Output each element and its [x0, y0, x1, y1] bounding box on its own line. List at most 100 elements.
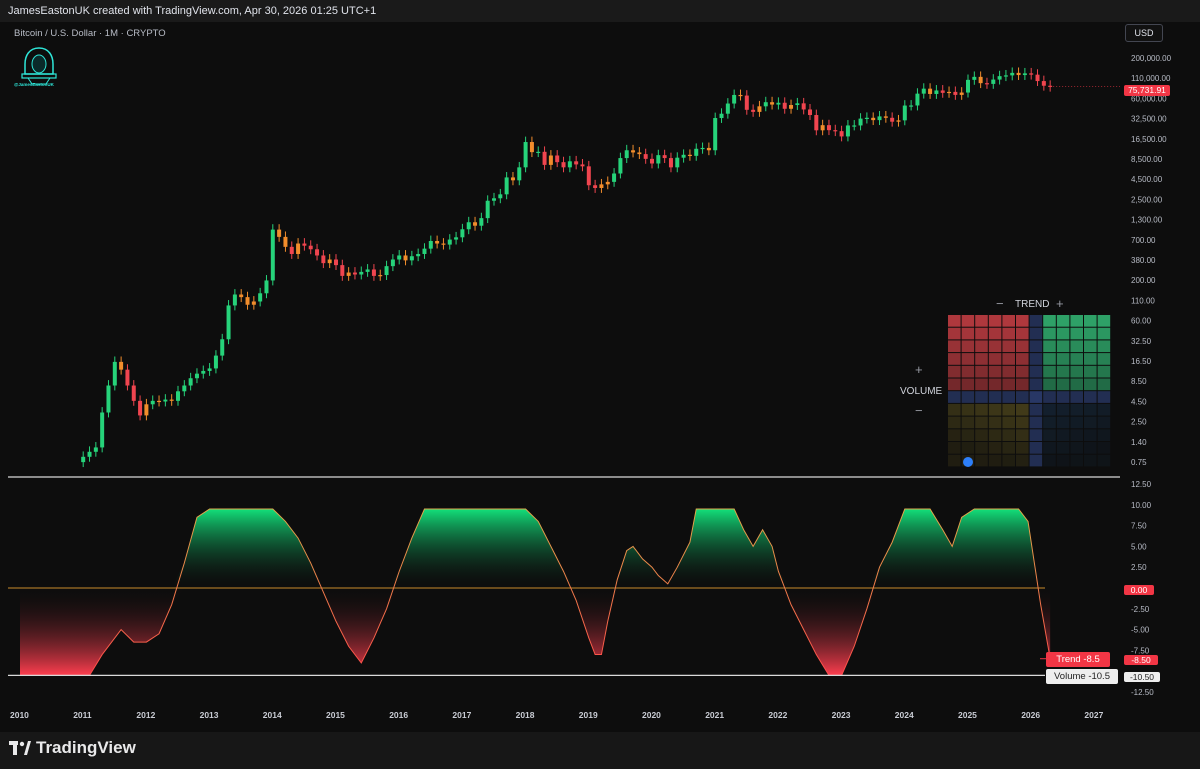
- matrix-cell: [1002, 365, 1015, 378]
- candle-body: [87, 451, 92, 457]
- matrix-cell: [948, 416, 961, 429]
- candle-body: [662, 155, 667, 159]
- current-position-dot: [963, 457, 973, 467]
- price-tick-label: 200,000.00: [1131, 54, 1172, 63]
- candle-body: [921, 88, 926, 94]
- candle-body: [1035, 74, 1040, 82]
- zero-tag: 0.00: [1124, 585, 1154, 595]
- tradingview-logo-icon: [9, 741, 31, 755]
- candle-body: [1022, 73, 1027, 76]
- year-tick-label: 2011: [73, 710, 92, 720]
- oscillator-tick-label: 5.00: [1131, 542, 1147, 551]
- candle-body: [776, 102, 781, 105]
- candle-body: [782, 102, 787, 109]
- matrix-cell: [948, 340, 961, 353]
- candle-body: [81, 456, 86, 463]
- candle-body: [321, 255, 326, 264]
- candle-body: [808, 109, 812, 116]
- candle-body: [719, 113, 724, 119]
- matrix-cell: [1097, 353, 1111, 365]
- matrix-plus-volume: +: [915, 362, 923, 377]
- year-tick-label: 2025: [958, 710, 977, 720]
- matrix-cell: [975, 442, 988, 454]
- year-tick-label: 2020: [642, 710, 661, 720]
- candle-body: [687, 154, 692, 156]
- candle-body: [485, 200, 490, 219]
- candle-body: [220, 339, 225, 356]
- matrix-cell: [1070, 378, 1083, 391]
- matrix-minus-volume: −: [915, 403, 923, 418]
- candle-body: [529, 142, 534, 153]
- matrix-cell: [1016, 442, 1029, 454]
- matrix-volume-label: VOLUME: [900, 386, 943, 397]
- matrix-cell: [1002, 353, 1015, 365]
- price-tick-label: 16.50: [1131, 357, 1152, 366]
- candle-body: [713, 118, 718, 151]
- year-tick-label: 2021: [705, 710, 724, 720]
- matrix-cell: [1002, 416, 1015, 429]
- year-tick-label: 2016: [389, 710, 408, 720]
- footer-bar: [0, 732, 1200, 769]
- candle-body: [928, 88, 933, 94]
- volume-value-tag: -10.50: [1124, 672, 1160, 682]
- candle-body: [902, 105, 907, 121]
- candle-body: [169, 399, 174, 401]
- year-tick-label: 2017: [452, 710, 471, 720]
- matrix-cell: [1002, 442, 1015, 454]
- candle-body: [447, 239, 452, 245]
- matrix-cell: [1002, 327, 1015, 340]
- matrix-cell: [1070, 454, 1083, 467]
- matrix-cell: [1084, 454, 1097, 467]
- oscillator-tick-label: -12.50: [1131, 688, 1154, 697]
- candle-body: [706, 147, 711, 151]
- matrix-cell: [988, 353, 1002, 365]
- author-badge: @JamesEastonUK: [14, 82, 54, 87]
- matrix-cell: [988, 391, 1002, 403]
- oscillator-tick-label: 10.00: [1131, 501, 1152, 510]
- time-axis: 2010 2011 2012 2013 2014 2015 2016 2017 2018 2019…: [10, 710, 1104, 720]
- matrix-cell: [1029, 327, 1043, 340]
- candle-body: [454, 237, 459, 240]
- candle-body: [245, 297, 250, 305]
- matrix-cell: [1056, 378, 1070, 391]
- matrix-cell: [1016, 340, 1029, 353]
- matrix-cell: [1016, 416, 1029, 429]
- candle-body: [839, 131, 844, 137]
- year-tick-label: 2010: [10, 710, 29, 720]
- candle-body: [1016, 72, 1021, 76]
- candle-body: [106, 385, 111, 413]
- matrix-cell: [961, 315, 975, 327]
- matrix-cell: [961, 327, 975, 340]
- candle-body: [251, 301, 256, 305]
- chart-canvas[interactable]: 200,000.00110,000.0060,000.0032,500.0016…: [0, 0, 1200, 769]
- candle-body: [984, 83, 989, 85]
- candle-body: [915, 93, 920, 106]
- price-tick-label: 2.50: [1131, 418, 1147, 427]
- candle-body: [296, 243, 301, 254]
- candle-body: [631, 150, 636, 153]
- matrix-cell: [1056, 315, 1070, 327]
- matrix-cell: [1070, 442, 1083, 454]
- matrix-cell: [1056, 391, 1070, 403]
- candle-body: [270, 229, 275, 281]
- matrix-cell: [988, 403, 1002, 416]
- year-tick-label: 2023: [832, 710, 851, 720]
- candle-body: [188, 378, 193, 386]
- price-tick-label: 110,000.00: [1131, 74, 1171, 83]
- currency-button[interactable]: USD: [1125, 24, 1163, 42]
- candle-body: [883, 116, 888, 118]
- candle-body: [770, 102, 775, 105]
- matrix-cell: [1002, 378, 1015, 391]
- candle-body: [618, 158, 623, 174]
- matrix-cell: [1056, 429, 1070, 441]
- candle-body: [877, 116, 882, 121]
- year-tick-label: 2024: [895, 710, 914, 720]
- matrix-cell: [975, 416, 988, 429]
- candle-body: [144, 404, 149, 416]
- matrix-cell: [1016, 378, 1029, 391]
- candle-body: [315, 249, 320, 256]
- matrix-cell: [1097, 340, 1111, 353]
- candle-body: [953, 91, 958, 95]
- candle-body: [656, 155, 661, 164]
- matrix-cell: [1043, 365, 1056, 378]
